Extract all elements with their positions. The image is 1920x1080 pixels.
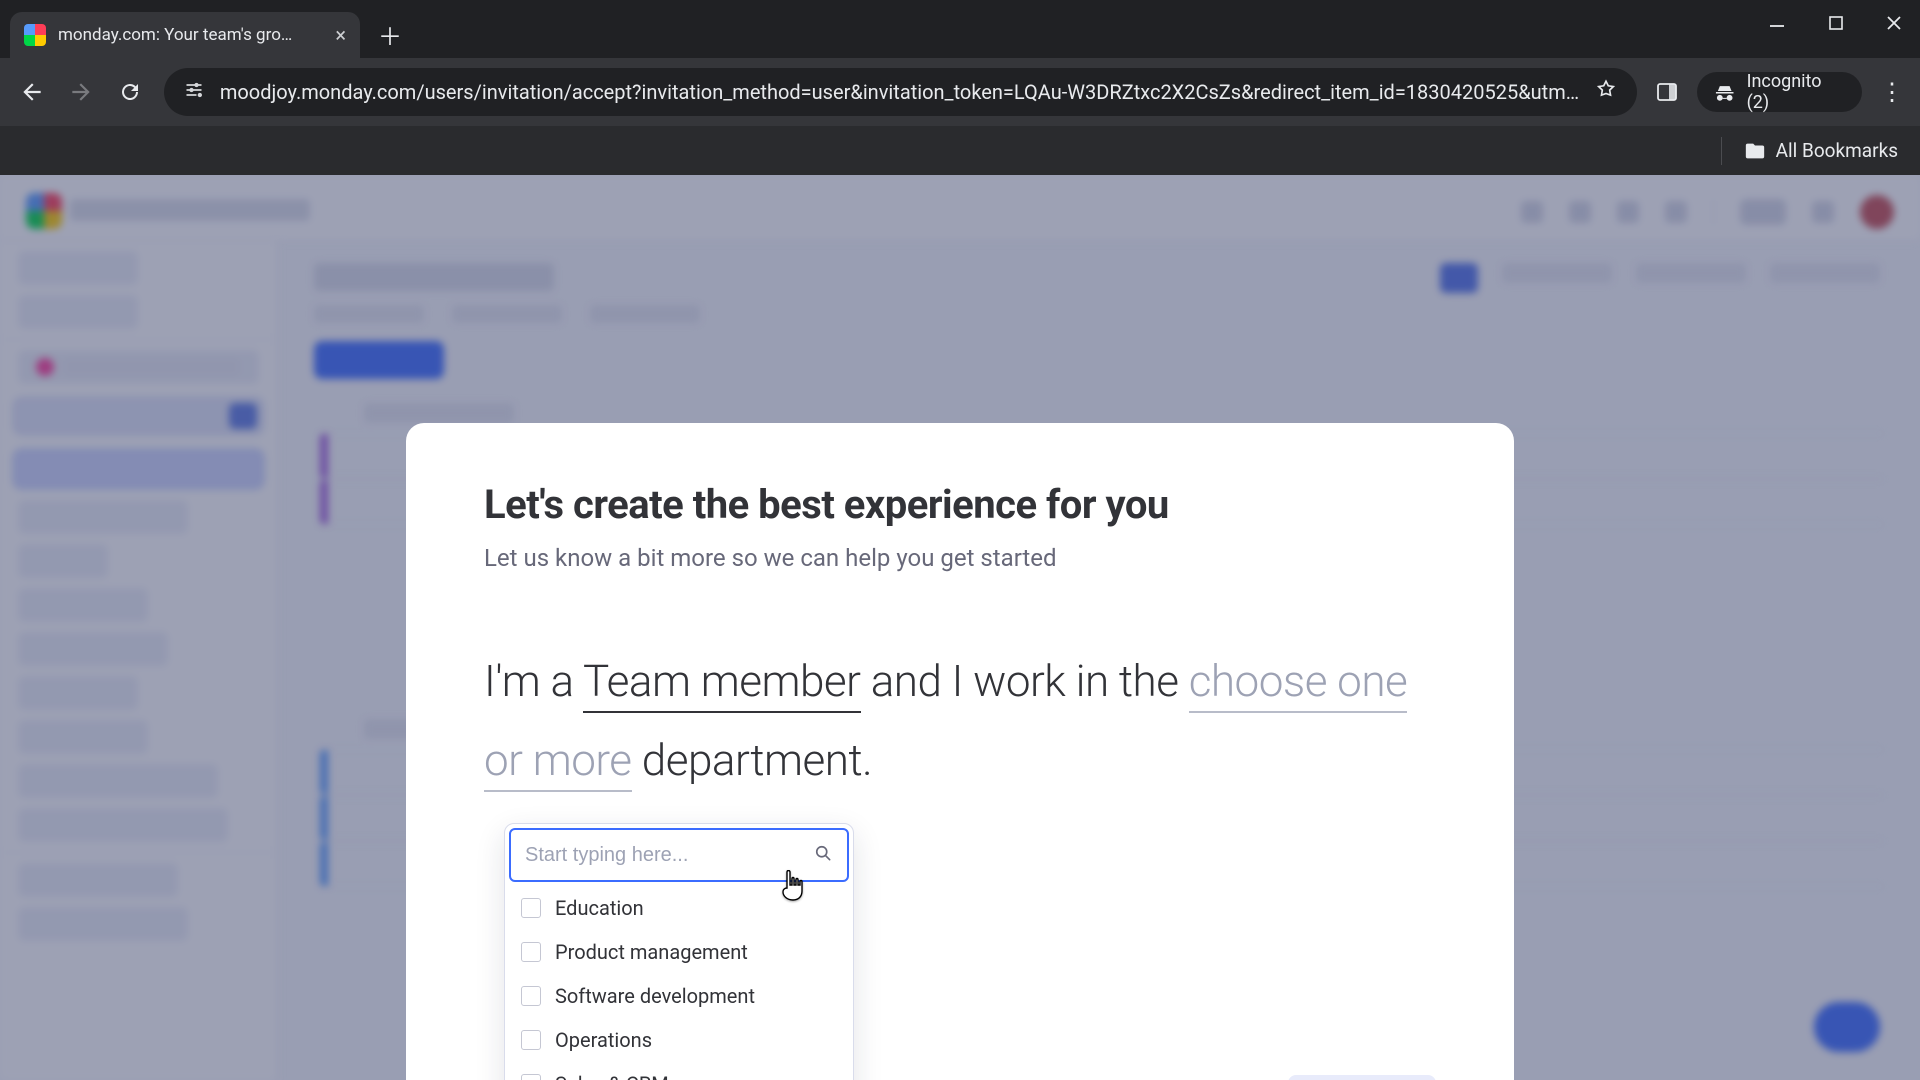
tab-strip: monday.com: Your team's gro… × ＋ [0,0,1920,58]
window-close-button[interactable] [1886,14,1902,32]
bookmarks-bar: All Bookmarks [0,126,1920,175]
checkbox-icon[interactable] [521,1074,541,1080]
incognito-indicator[interactable]: Incognito (2) [1697,72,1862,112]
page-viewport: Let's create the best experience for you… [0,175,1920,1080]
chrome-menu-icon[interactable]: ⋮ [1880,78,1904,106]
tab-title: monday.com: Your team's gro… [58,25,323,45]
dropdown-option-label: Operations [555,1028,652,1052]
sentence-part1: I'm a [484,655,583,707]
tab-close-icon[interactable]: × [335,25,346,45]
checkbox-icon[interactable] [521,898,541,918]
department-dropdown: Education Product management Software de… [504,823,854,1080]
nav-reload-button[interactable] [115,76,146,108]
dropdown-option-label: Sales & CRM [555,1072,669,1080]
omnibox[interactable]: moodjoy.monday.com/users/invitation/acce… [164,68,1637,116]
sentence-part3: department. [632,734,873,786]
dropdown-option-label: Product management [555,940,748,964]
nav-back-button[interactable] [16,76,47,108]
modal-title: Let's create the best experience for you [484,481,1436,528]
tab-favicon-icon [24,24,46,46]
dropdown-option-label: Software development [555,984,755,1008]
dropdown-option[interactable]: Sales & CRM [505,1062,853,1080]
bookmark-star-icon[interactable] [1595,78,1617,106]
dropdown-search [509,828,849,882]
search-icon [813,843,833,868]
url-text: moodjoy.monday.com/users/invitation/acce… [220,80,1579,104]
incognito-label: Incognito (2) [1747,71,1846,113]
site-settings-icon[interactable] [184,80,204,105]
all-bookmarks-label: All Bookmarks [1776,139,1898,162]
checkbox-icon[interactable] [521,986,541,1006]
browser-tab-active[interactable]: monday.com: Your team's gro… × [10,12,360,58]
all-bookmarks-button[interactable]: All Bookmarks [1744,139,1898,162]
dropdown-option[interactable]: Education [505,886,853,930]
dropdown-option[interactable]: Product management [505,930,853,974]
window-maximize-button[interactable] [1828,14,1844,32]
window-controls [1768,14,1902,32]
sentence-part2: and I work in the [861,655,1189,707]
role-selector[interactable]: Team member [583,655,861,713]
bookmarks-divider [1721,137,1722,165]
continue-button[interactable]: Continue [1288,1075,1436,1080]
browser-toolbar: moodjoy.monday.com/users/invitation/acce… [0,58,1920,126]
dropdown-search-input[interactable] [525,844,803,867]
checkbox-icon[interactable] [521,942,541,962]
browser-chrome: monday.com: Your team's gro… × ＋ m [0,0,1920,175]
dropdown-option-label: Education [555,896,644,920]
dropdown-option[interactable]: Software development [505,974,853,1018]
onboarding-sentence: I'm a Team member and I work in the choo… [484,642,1436,800]
modal-subtitle: Let us know a bit more so we can help yo… [484,544,1436,572]
window-minimize-button[interactable] [1768,14,1786,32]
dropdown-option[interactable]: Operations [505,1018,853,1062]
checkbox-icon[interactable] [521,1030,541,1050]
new-tab-button[interactable]: ＋ [370,14,410,54]
side-panel-icon[interactable] [1655,80,1679,104]
nav-forward-button [65,76,96,108]
dropdown-options-list[interactable]: Education Product management Software de… [505,886,853,1080]
